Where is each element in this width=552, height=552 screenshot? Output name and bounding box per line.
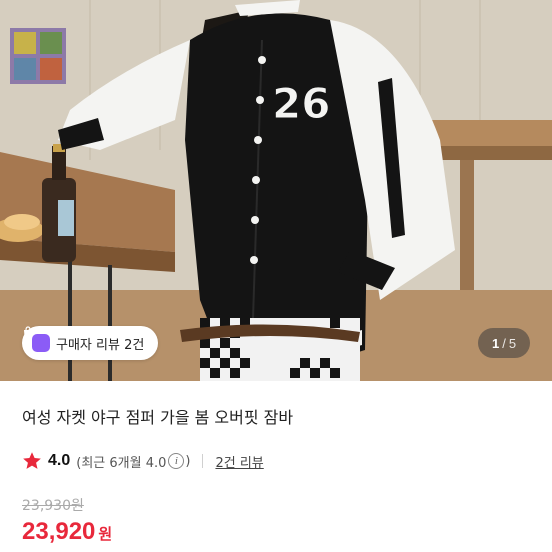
rating-row: 4.0 (최근 6개월 4.0 i ) 2건 리뷰 xyxy=(22,450,264,472)
review-chip-label: 구매자 리뷰 2건 xyxy=(56,337,145,353)
review-count-link[interactable]: 2건 리뷰 xyxy=(215,452,263,471)
rating-divider xyxy=(202,454,204,468)
pager-current: 1 xyxy=(491,335,500,351)
info-icon[interactable]: i xyxy=(168,453,185,469)
recent-rating-text: (최근 6개월 4.0 xyxy=(76,455,167,471)
sale-price-number: 23,920 xyxy=(22,518,96,545)
image-pager: 1 / 5 xyxy=(478,328,530,358)
buyer-review-chip[interactable]: 구매자 리뷰 2건 xyxy=(22,326,159,360)
rating-score: 4.0 xyxy=(48,452,71,469)
pager-separator: / xyxy=(502,335,506,351)
sale-price-unit: 원 xyxy=(98,525,113,543)
review-bag-icon xyxy=(24,326,50,352)
original-price: 23,930원 xyxy=(22,498,84,514)
product-title: 여성 자켓 야구 점퍼 가을 봄 오버핏 잠바 xyxy=(22,408,294,427)
jacket-number: 26 xyxy=(272,79,330,128)
star-icon xyxy=(23,452,41,469)
pager-total: 5 xyxy=(508,335,517,351)
product-image[interactable]: 26 구매자 리뷰 2건 1 / 5 xyxy=(0,0,552,381)
sale-price: 23,920 원 xyxy=(22,518,112,546)
product-photo-illustration: 26 xyxy=(0,0,552,381)
recent-rating-close: ) xyxy=(185,453,191,469)
